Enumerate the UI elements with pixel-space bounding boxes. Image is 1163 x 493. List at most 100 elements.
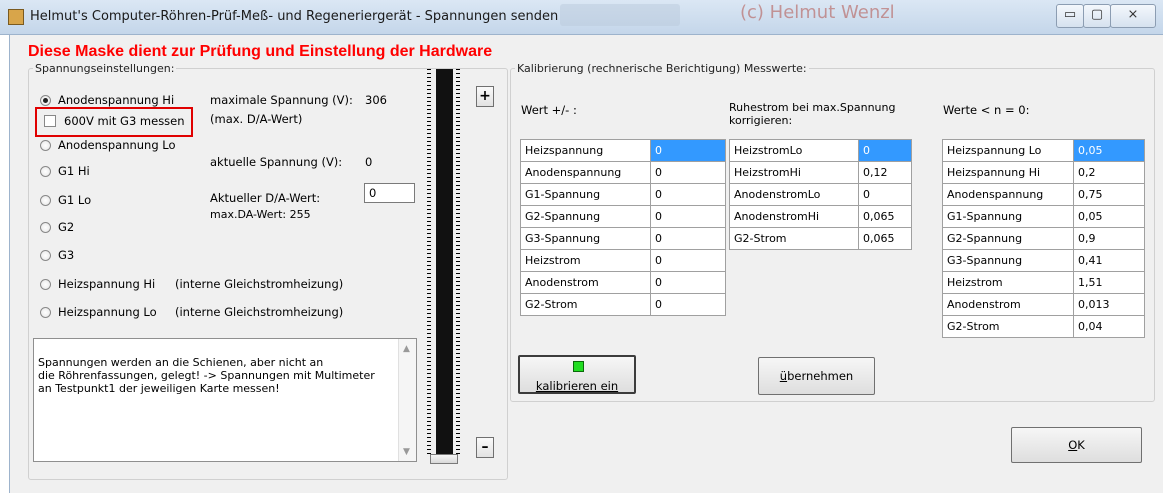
row-label-cell[interactable]: G2-Strom [729,227,859,250]
row-label-cell[interactable]: Heizspannung Lo [942,139,1074,162]
table-row[interactable]: G3-Spannung 0,41 [942,249,1145,272]
value-cell[interactable]: 0 [650,293,726,316]
maximize-button[interactable]: ▢ [1083,4,1111,28]
value-cell[interactable]: 0 [858,183,912,206]
radio-indicator[interactable] [40,194,51,206]
value-cell[interactable]: 0,05 [1073,139,1145,162]
value-cell[interactable]: 0 [650,183,726,206]
da-value-input[interactable]: 0 [364,183,415,203]
table-row[interactable]: G2-Strom 0 [520,293,726,316]
radio-heizspannung-hi[interactable]: Heizspannung Hi [40,277,155,291]
increment-button[interactable]: + [476,86,494,107]
table-row[interactable]: HeizstromLo 0 [729,139,912,162]
row-label-cell[interactable]: Anodenstrom [942,293,1074,316]
table-row[interactable]: Heizstrom 0 [520,249,726,272]
table-row[interactable]: AnodenstromHi 0,065 [729,205,912,228]
value-cell[interactable]: 0 [650,205,726,228]
table-row[interactable]: Heizspannung 0 [520,139,726,162]
info-memo[interactable]: Spannungen werden an die Schienen, aber … [33,338,417,462]
value-cell[interactable]: 0,05 [1073,205,1145,228]
table-row[interactable]: AnodenstromLo 0 [729,183,912,206]
value-cell[interactable]: 0,04 [1073,315,1145,338]
value-cell[interactable]: 0,9 [1073,227,1145,250]
table-row[interactable]: Heizspannung Hi 0,2 [942,161,1145,184]
table-row[interactable]: Anodenspannung 0,75 [942,183,1145,206]
radio-indicator[interactable] [40,165,51,177]
value-cell[interactable]: 0,065 [858,227,912,250]
radio-indicator[interactable] [40,249,51,261]
value-cell[interactable]: 0,065 [858,205,912,228]
table-row[interactable]: Anodenstrom 0,013 [942,293,1145,316]
row-label-cell[interactable]: G2-Strom [520,293,651,316]
value-cell[interactable]: 0 [650,139,726,162]
table-row[interactable]: G1-Spannung 0 [520,183,726,206]
radio-g2[interactable]: G2 [40,220,74,234]
value-cell[interactable]: 0,75 [1073,183,1145,206]
voltage-slider-thumb[interactable] [430,454,458,464]
radio-anodenspannung-lo[interactable]: Anodenspannung Lo [40,138,176,152]
value-cell[interactable]: 0 [858,139,912,162]
value-cell[interactable]: 0,2 [1073,161,1145,184]
apply-button[interactable]: übernehmen [758,357,875,395]
value-cell[interactable]: 0 [650,271,726,294]
radio-indicator[interactable] [40,94,51,106]
value-cell[interactable]: 0 [650,249,726,272]
row-label-cell[interactable]: AnodenstromHi [729,205,859,228]
row-label-cell[interactable]: G3-Spannung [942,249,1074,272]
row-label-cell[interactable]: G1-Spannung [942,205,1074,228]
radio-indicator[interactable] [40,221,51,233]
value-cell[interactable]: 0,013 [1073,293,1145,316]
radio-g1-hi[interactable]: G1 Hi [40,164,90,178]
row-label-cell[interactable]: Heizspannung [520,139,651,162]
row-label-cell[interactable]: Heizspannung Hi [942,161,1074,184]
radio-anodenspannung-hi[interactable]: Anodenspannung Hi [40,93,174,107]
row-label-cell[interactable]: Anodenspannung [520,161,651,184]
threshold-table[interactable]: Heizspannung Lo 0,05 Heizspannung Hi 0,2 Ano… [942,139,1145,338]
table-row[interactable]: HeizstromHi 0,12 [729,161,912,184]
row-label-cell[interactable]: HeizstromLo [729,139,859,162]
row-label-cell[interactable]: HeizstromHi [729,161,859,184]
table-row[interactable]: G2-Strom 0,065 [729,227,912,250]
row-label-cell[interactable]: G3-Spannung [520,227,651,250]
scroll-up-arrow-icon[interactable]: ▲ [403,343,410,356]
table-row[interactable]: Anodenstrom 0 [520,271,726,294]
ok-button[interactable]: OK [1011,427,1142,463]
value-cell[interactable]: 0,41 [1073,249,1145,272]
value-cell[interactable]: 0,12 [858,161,912,184]
radio-g1-lo[interactable]: G1 Lo [40,193,91,207]
decrement-button[interactable]: – [476,437,494,458]
row-label-cell[interactable]: G2-Spannung [942,227,1074,250]
table-row[interactable]: G1-Spannung 0,05 [942,205,1145,228]
checkbox-600v-g3[interactable]: 600V mit G3 messen [44,113,196,129]
table-row[interactable]: Heizstrom 1,51 [942,271,1145,294]
offset-table[interactable]: Heizspannung 0 Anodenspannung 0 G1-Spannung 0… [520,139,726,316]
radio-indicator[interactable] [40,306,51,318]
voltage-slider-track[interactable] [436,69,453,464]
idle-current-table[interactable]: HeizstromLo 0 HeizstromHi 0,12 AnodenstromLo… [729,139,912,250]
radio-g3[interactable]: G3 [40,248,74,262]
row-label-cell[interactable]: Anodenspannung [942,183,1074,206]
radio-indicator[interactable] [40,278,51,290]
row-label-cell[interactable]: Heizstrom [520,249,651,272]
table-row[interactable]: Heizspannung Lo 0,05 [942,139,1145,162]
table-row[interactable]: G3-Spannung 0 [520,227,726,250]
value-cell[interactable]: 0 [650,227,726,250]
row-label-cell[interactable]: Anodenstrom [520,271,651,294]
value-cell[interactable]: 1,51 [1073,271,1145,294]
scroll-down-arrow-icon[interactable]: ▼ [403,446,410,459]
memo-scrollbar[interactable]: ▲ ▼ [398,339,416,461]
radio-indicator[interactable] [40,139,51,151]
row-label-cell[interactable]: Heizstrom [942,271,1074,294]
table-row[interactable]: G2-Spannung 0 [520,205,726,228]
calibrate-button[interactable]: kalibrieren ein [518,355,636,394]
table-row[interactable]: Anodenspannung 0 [520,161,726,184]
checkbox-box[interactable] [44,115,56,127]
table-row[interactable]: G2-Strom 0,04 [942,315,1145,338]
row-label-cell[interactable]: G2-Strom [942,315,1074,338]
row-label-cell[interactable]: AnodenstromLo [729,183,859,206]
minimize-button[interactable]: ▭ [1056,4,1084,28]
table-row[interactable]: G2-Spannung 0,9 [942,227,1145,250]
row-label-cell[interactable]: G1-Spannung [520,183,651,206]
radio-heizspannung-lo[interactable]: Heizspannung Lo [40,305,157,319]
row-label-cell[interactable]: G2-Spannung [520,205,651,228]
